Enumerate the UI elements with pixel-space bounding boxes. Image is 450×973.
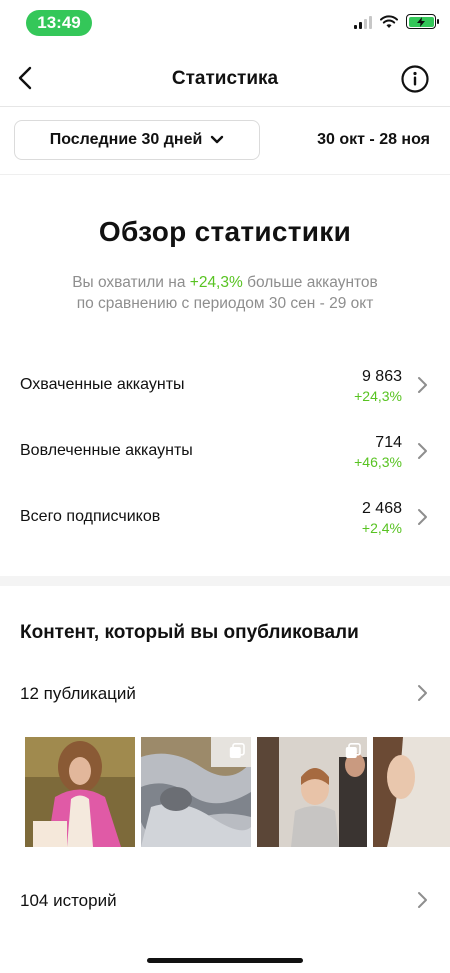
chevron-right-icon — [418, 443, 427, 459]
posts-count-label: 12 публикаций — [20, 684, 136, 703]
thumb-silver-fabric[interactable] — [141, 737, 251, 847]
stat-value: 2 468 — [361, 500, 402, 517]
overview-title: Обзор статистики — [98, 216, 352, 247]
section-divider — [0, 576, 450, 586]
chevron-right-icon — [418, 892, 427, 908]
stat-delta: +24,3% — [354, 388, 402, 404]
overview-subtitle: Вы охватили на +24,3% больше аккаунтов п… — [0, 272, 450, 314]
stat-delta: +2,4% — [361, 520, 402, 536]
divider — [0, 106, 450, 107]
date-range-dropdown[interactable]: Последние 30 дней — [14, 120, 260, 160]
page-title: Статистика — [171, 68, 279, 89]
stat-value: 714 — [375, 434, 402, 451]
stat-delta: +46,3% — [354, 454, 402, 470]
posts-row[interactable]: 12 публикаций — [20, 680, 430, 710]
stories-row[interactable]: 104 историй — [20, 887, 430, 917]
stories-count-label: 104 историй — [20, 891, 117, 910]
status-icons — [354, 14, 439, 29]
thumb-women-room[interactable] — [257, 737, 367, 847]
stat-row-total-followers[interactable]: Всего подписчиков 2 468 +2,4% — [20, 500, 430, 548]
content-section-title: Контент, который вы опубликовали — [20, 622, 359, 643]
status-bar: 13:49 — [0, 0, 450, 44]
date-range-label: Последние 30 дней — [49, 131, 203, 148]
stat-label: Всего подписчиков — [20, 508, 161, 525]
stat-label: Вовлеченные аккаунты — [20, 442, 193, 459]
stat-value: 9 863 — [361, 368, 402, 385]
date-range-text: 30 окт - 28 ноя — [317, 131, 430, 148]
post-thumbnails — [25, 737, 450, 847]
chevron-down-icon — [211, 135, 224, 144]
navigation-bar: Статистика — [0, 52, 450, 106]
subtitle-suffix: больше аккаунтов — [242, 274, 378, 291]
divider — [0, 174, 450, 175]
info-icon[interactable] — [400, 64, 430, 94]
chevron-right-icon — [418, 509, 427, 525]
multiple-photos-icon — [345, 743, 361, 758]
battery-icon — [406, 14, 439, 29]
cellular-signal-icon — [354, 15, 372, 29]
chevron-right-icon — [418, 685, 427, 701]
home-indicator — [147, 958, 303, 963]
subtitle-highlight: +24,3% — [189, 274, 243, 291]
thumb-woman-partial[interactable] — [373, 737, 450, 847]
multiple-photos-icon — [229, 743, 245, 758]
wifi-icon — [380, 14, 398, 28]
stat-row-engaged-accounts[interactable]: Вовлеченные аккаунты 714 +46,3% — [20, 434, 430, 482]
stat-row-reached-accounts[interactable]: Охваченные аккаунты 9 863 +24,3% — [20, 368, 430, 416]
charging-bolt-icon — [417, 16, 425, 27]
subtitle-line2: по сравнению с периодом 30 сен - 29 окт — [76, 295, 374, 312]
status-time: 13:49 — [26, 10, 92, 36]
chevron-right-icon — [418, 377, 427, 393]
thumb-woman-pink-jacket[interactable] — [25, 737, 135, 847]
subtitle-prefix: Вы охватили на — [72, 274, 190, 291]
stat-label: Охваченные аккаунты — [20, 376, 185, 393]
